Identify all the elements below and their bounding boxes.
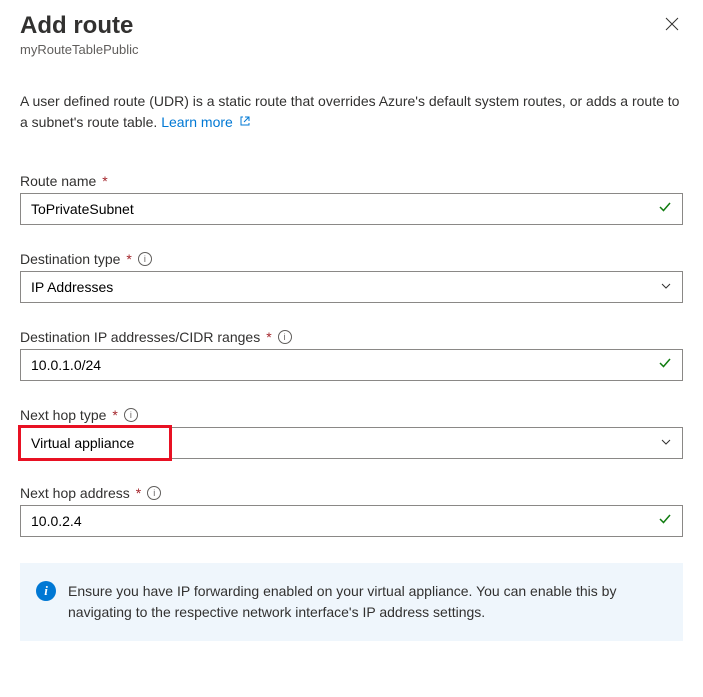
route-name-label: Route name xyxy=(20,173,96,189)
next-hop-type-value[interactable] xyxy=(21,428,650,458)
required-indicator: * xyxy=(112,407,117,423)
next-hop-type-label: Next hop type xyxy=(20,407,106,423)
info-callout: i Ensure you have IP forwarding enabled … xyxy=(20,563,683,641)
info-icon[interactable]: i xyxy=(147,486,161,500)
check-icon xyxy=(648,512,682,531)
description-text: A user defined route (UDR) is a static r… xyxy=(20,91,683,133)
page-subtitle: myRouteTablePublic xyxy=(20,42,683,57)
description-body: A user defined route (UDR) is a static r… xyxy=(20,93,679,130)
required-indicator: * xyxy=(136,485,141,501)
destination-type-label: Destination type xyxy=(20,251,120,267)
close-button[interactable] xyxy=(661,12,683,38)
check-icon xyxy=(648,356,682,375)
next-hop-address-input-wrapper[interactable] xyxy=(20,505,683,537)
route-name-input[interactable] xyxy=(21,194,648,224)
callout-text: Ensure you have IP forwarding enabled on… xyxy=(68,581,667,623)
destination-ip-input-wrapper[interactable] xyxy=(20,349,683,381)
info-icon[interactable]: i xyxy=(124,408,138,422)
learn-more-link[interactable]: Learn more xyxy=(161,114,250,130)
learn-more-label: Learn more xyxy=(161,114,233,130)
info-icon[interactable]: i xyxy=(278,330,292,344)
field-next-hop-type: Next hop type * i xyxy=(20,407,683,459)
page-title: Add route xyxy=(20,12,133,40)
required-indicator: * xyxy=(126,251,131,267)
field-destination-ip: Destination IP addresses/CIDR ranges * i xyxy=(20,329,683,381)
field-next-hop-address: Next hop address * i xyxy=(20,485,683,537)
chevron-down-icon xyxy=(650,435,682,451)
next-hop-type-select[interactable] xyxy=(20,427,683,459)
field-destination-type: Destination type * i xyxy=(20,251,683,303)
required-indicator: * xyxy=(266,329,271,345)
destination-type-select[interactable] xyxy=(20,271,683,303)
info-circle-icon: i xyxy=(36,581,56,601)
required-indicator: * xyxy=(102,173,107,189)
next-hop-address-input[interactable] xyxy=(21,506,648,536)
info-icon[interactable]: i xyxy=(138,252,152,266)
close-icon xyxy=(665,17,679,31)
external-link-icon xyxy=(239,112,251,133)
chevron-down-icon xyxy=(650,279,682,295)
route-name-input-wrapper[interactable] xyxy=(20,193,683,225)
check-icon xyxy=(648,200,682,219)
destination-type-value[interactable] xyxy=(21,272,650,302)
field-route-name: Route name * xyxy=(20,173,683,225)
destination-ip-label: Destination IP addresses/CIDR ranges xyxy=(20,329,260,345)
next-hop-address-label: Next hop address xyxy=(20,485,130,501)
destination-ip-input[interactable] xyxy=(21,350,648,380)
